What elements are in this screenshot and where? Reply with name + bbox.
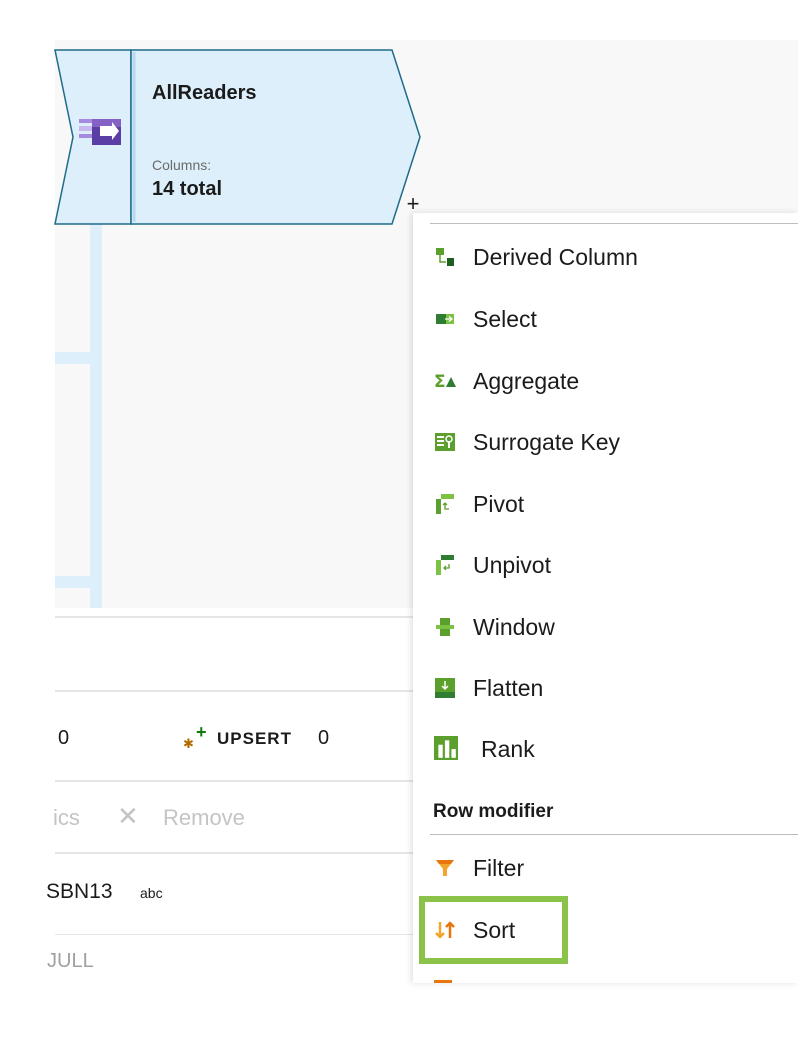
panel-divider (55, 934, 413, 935)
menu-item-label: Window (473, 614, 555, 640)
menu-item-select[interactable]: Select (413, 297, 798, 341)
filter-icon (436, 860, 454, 876)
connector-line (55, 576, 91, 588)
menu-item-aggregate[interactable]: Σ Aggregate (413, 359, 798, 403)
menu-item-label: Aggregate (473, 368, 580, 394)
menu-item-derived-column[interactable]: Derived Column (413, 235, 798, 279)
add-transformation-button[interactable]: + (403, 193, 423, 215)
menu-item-surrogate-key[interactable]: Surrogate Key (413, 420, 798, 464)
menu-item-partial-icon (434, 980, 452, 983)
column-header-name: SBN13 (46, 880, 113, 903)
remove-icon[interactable]: ✕ (117, 803, 139, 829)
sort-highlight-box (419, 896, 568, 964)
flatten-icon (435, 678, 455, 698)
section-header-row-modifier: Row modifier (433, 801, 554, 822)
remove-button[interactable]: Remove (163, 805, 245, 831)
column-type-badge: abc (140, 885, 163, 901)
upsert-label: UPSERT (217, 729, 292, 748)
menu-item-label: Rank (481, 736, 535, 762)
select-icon (436, 314, 454, 324)
pivot-icon (436, 494, 454, 514)
menu-item-label: Pivot (473, 491, 525, 517)
upsert-icon: ✱ (183, 736, 194, 751)
derived-column-icon (436, 248, 454, 266)
panel-divider (55, 690, 413, 692)
menu-item-label: Unpivot (473, 552, 551, 578)
upsert-plus-icon: + (196, 722, 207, 742)
menu-item-label: Filter (473, 855, 525, 881)
menu-item-flatten[interactable]: Flatten (413, 666, 798, 710)
node-columns-value: 14 total (152, 178, 223, 200)
add-transformation-menu: Derived Column Select Σ Aggregate Surrog… (413, 213, 798, 983)
data-flow-designer: AllReaders Columns: 14 total + 0 ✱ + UPS… (0, 0, 798, 1041)
menu-item-label: Select (473, 306, 537, 332)
menu-item-filter[interactable]: Filter (413, 846, 798, 890)
window-icon (436, 618, 454, 636)
surrogate-key-icon (435, 433, 455, 451)
svg-text:Σ: Σ (434, 372, 446, 392)
panel-divider (55, 780, 413, 782)
aggregate-icon: Σ (434, 372, 456, 392)
statistics-button[interactable]: ics (53, 805, 80, 831)
unpivot-icon (436, 555, 454, 575)
menu-item-rank[interactable]: Rank (413, 727, 798, 771)
menu-divider (430, 223, 798, 224)
menu-item-label: Flatten (473, 675, 544, 701)
menu-item-unpivot[interactable]: Unpivot (413, 543, 798, 587)
connector-line (55, 352, 91, 364)
panel-divider (55, 616, 413, 618)
menu-item-window[interactable]: Window (413, 605, 798, 649)
node-title: AllReaders (152, 82, 257, 104)
menu-item-label: Surrogate Key (473, 429, 621, 455)
menu-divider (430, 834, 798, 835)
menu-item-pivot[interactable]: Pivot (413, 482, 798, 526)
node-columns-label: Columns: (152, 157, 212, 173)
cell-value: JULL (47, 950, 94, 972)
panel-divider (55, 852, 413, 854)
upsert-count: 0 (318, 727, 330, 749)
rank-icon (434, 736, 458, 760)
connector-line (90, 224, 102, 608)
menu-item-label: Derived Column (473, 244, 638, 270)
stat-count: 0 (58, 727, 70, 749)
